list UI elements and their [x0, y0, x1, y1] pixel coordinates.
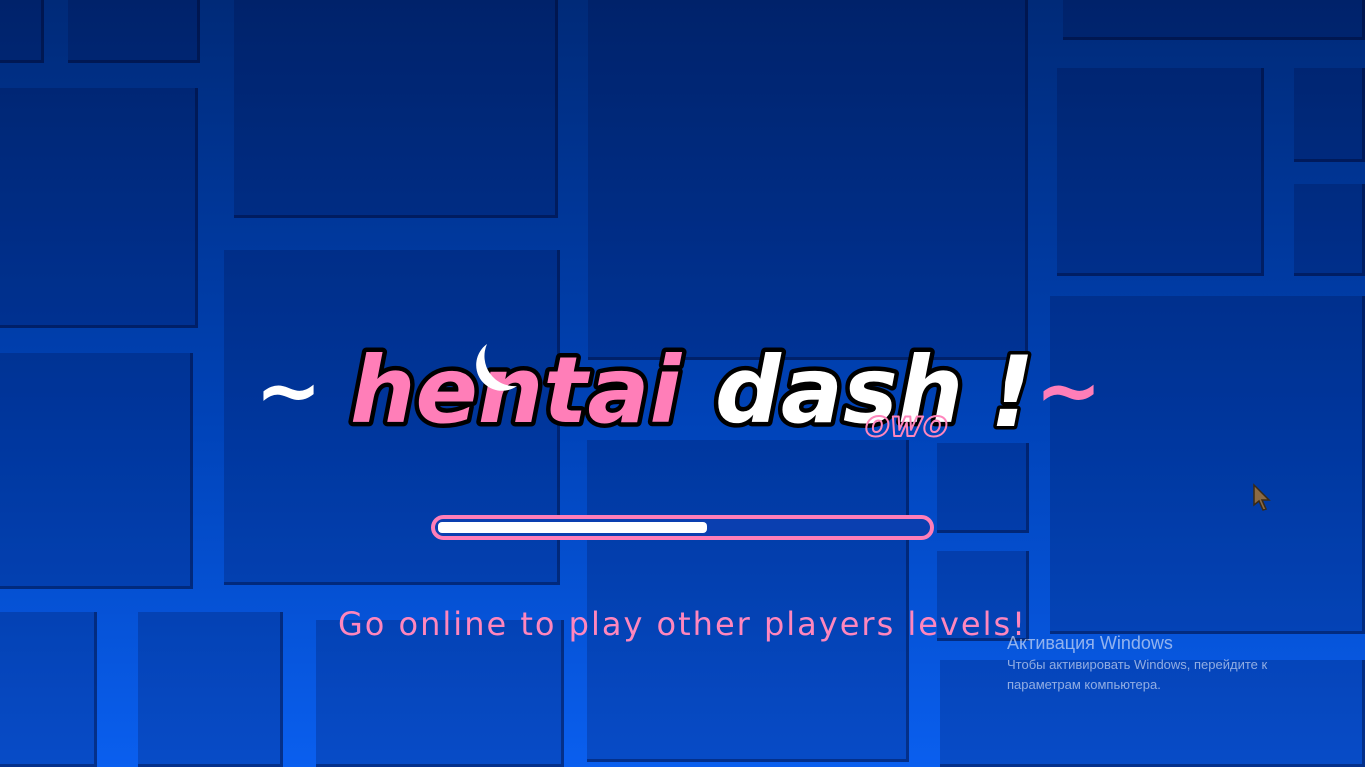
- bg-tile: [1063, 0, 1365, 40]
- logo-subtext-owo: owo: [865, 404, 948, 445]
- bg-tile: [1294, 184, 1365, 276]
- logo-exclaim: !: [990, 336, 1035, 450]
- pointer-cursor-icon: [1253, 483, 1271, 511]
- watermark-line-1: Чтобы активировать Windows, перейдите к: [1007, 657, 1268, 672]
- bg-tile: [0, 353, 193, 589]
- watermark-title: Активация Windows: [1007, 633, 1173, 653]
- bg-tile: [234, 0, 558, 218]
- loading-progress-fill: [438, 522, 707, 533]
- bg-tile: [68, 0, 200, 63]
- bg-tile: [588, 0, 1028, 360]
- loading-progress-bar: [431, 515, 934, 540]
- watermark-line-2: параметрам компьютера.: [1007, 677, 1161, 692]
- bg-tile: [0, 0, 44, 63]
- logo-tilde-left: ~: [255, 344, 322, 437]
- watermark-subtitle: Чтобы активировать Windows, перейдите к …: [1007, 655, 1347, 695]
- bg-tile: [1057, 68, 1264, 276]
- logo-word-hentai: hentai: [350, 337, 682, 444]
- bg-tile: [937, 443, 1029, 533]
- windows-activation-watermark: Активация Windows Чтобы активировать Win…: [1007, 632, 1347, 695]
- bg-tile: [0, 88, 198, 328]
- logo-tilde-right: ~: [1035, 344, 1102, 437]
- game-title-logo: ~ hentai dash ! owo ~: [255, 333, 1102, 451]
- bg-tile: [1294, 68, 1365, 162]
